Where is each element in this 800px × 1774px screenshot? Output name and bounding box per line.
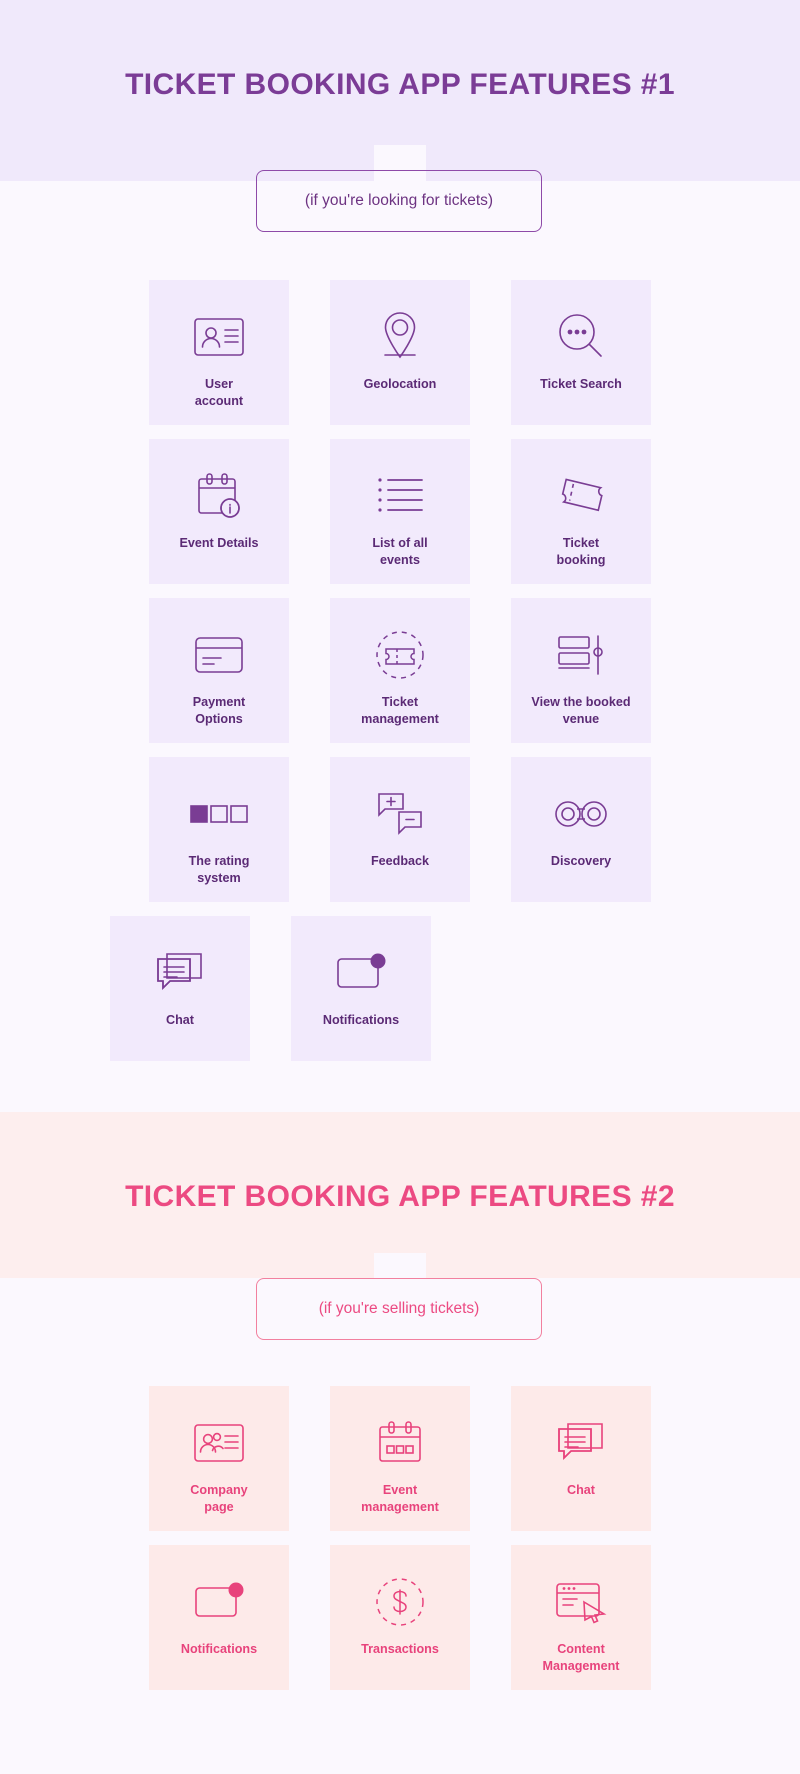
feature-row: Event Details List of all events Ticket bo… — [0, 439, 800, 584]
feature-card[interactable]: Notifications — [291, 916, 431, 1061]
section-1-subtitle-box: (if you're looking for tickets) — [256, 170, 542, 232]
event-management-calendar-icon — [375, 1412, 425, 1474]
feature-card[interactable]: The rating system — [149, 757, 289, 902]
feature-card-label: The rating system — [188, 854, 250, 885]
feature-card[interactable]: Notifications — [149, 1545, 289, 1690]
feature-card[interactable]: List of all events — [330, 439, 470, 584]
feature-card-label: Event Details — [179, 536, 259, 550]
feature-row: Notifications Transactions Content Managem… — [0, 1545, 800, 1690]
feature-card-label: Discovery — [550, 854, 612, 868]
chat-bubbles-icon — [554, 1412, 608, 1474]
ticket-search-icon — [555, 306, 607, 368]
feature-row: Chat Notifications — [0, 916, 800, 1061]
section-2-subtitle: (if you're selling tickets) — [318, 1300, 480, 1317]
feature-card[interactable]: Event Details — [149, 439, 289, 584]
company-page-icon — [192, 1412, 246, 1474]
feature-card-label: Ticket management — [361, 695, 439, 726]
notifications-badge-icon — [334, 942, 388, 1004]
section-1-feature-grid: User account Geolocation Ticket Search Even… — [0, 280, 800, 1075]
feature-card[interactable]: Ticket management — [330, 598, 470, 743]
feature-card[interactable]: Content Management — [511, 1545, 651, 1690]
feature-card-label: View the booked venue — [531, 695, 631, 726]
list-of-events-icon — [376, 465, 424, 527]
feedback-bubbles-icon — [373, 783, 427, 845]
user-account-icon — [192, 306, 246, 368]
feature-card[interactable]: Chat — [110, 916, 250, 1061]
feature-card-label: User account — [194, 377, 244, 408]
notifications-badge-icon — [192, 1571, 246, 1633]
event-details-calendar-icon — [194, 465, 244, 527]
feature-row: Payment Options Ticket management View the… — [0, 598, 800, 743]
infographic-page: TICKET BOOKING APP FEATURES #1 (if you'r… — [0, 0, 800, 1774]
discovery-binoculars-icon — [553, 783, 609, 845]
section-2-title: TICKET BOOKING APP FEATURES #2 — [125, 1180, 675, 1213]
section-2-subtitle-box: (if you're selling tickets) — [256, 1278, 542, 1340]
feature-card-label: Notifications — [322, 1013, 400, 1027]
feature-card[interactable]: Discovery — [511, 757, 651, 902]
feature-card[interactable]: Event management — [330, 1386, 470, 1531]
chat-bubbles-icon — [153, 942, 207, 1004]
feature-card[interactable]: Ticket Search — [511, 280, 651, 425]
ticket-booking-icon — [554, 465, 608, 527]
feature-card-label: Event management — [361, 1483, 439, 1514]
feature-card[interactable]: Company page — [149, 1386, 289, 1531]
feature-card-label: Feedback — [370, 854, 430, 868]
feature-card-label: Company page — [190, 1483, 248, 1514]
venue-seats-icon — [555, 624, 607, 686]
feature-card[interactable]: Geolocation — [330, 280, 470, 425]
feature-card-label: Chat — [166, 1013, 194, 1027]
section-2-feature-grid: Company page Event management Chat Notifica… — [0, 1386, 800, 1704]
payment-card-icon — [193, 624, 245, 686]
feature-card[interactable]: User account — [149, 280, 289, 425]
feature-card-label: Transactions — [361, 1642, 439, 1656]
ticket-management-icon — [373, 624, 427, 686]
section-1-subtitle: (if you're looking for tickets) — [304, 192, 494, 209]
feature-card-label: Geolocation — [363, 377, 437, 391]
feature-card[interactable]: Chat — [511, 1386, 651, 1531]
feature-row: Company page Event management Chat — [0, 1386, 800, 1531]
feature-card-label: Ticket booking — [556, 536, 606, 567]
feature-card[interactable]: Ticket booking — [511, 439, 651, 584]
rating-squares-icon — [190, 783, 248, 845]
feature-card[interactable]: View the booked venue — [511, 598, 651, 743]
feature-card[interactable]: Transactions — [330, 1545, 470, 1690]
feature-card[interactable]: Payment Options — [149, 598, 289, 743]
feature-row: User account Geolocation Ticket Search — [0, 280, 800, 425]
content-management-icon — [553, 1571, 609, 1633]
feature-card-label: Content Management — [542, 1642, 620, 1673]
feature-card-label: Notifications — [180, 1642, 258, 1656]
feature-card-label: Payment Options — [192, 695, 246, 726]
geolocation-pin-icon — [376, 306, 424, 368]
feature-card-label: List of all events — [372, 536, 428, 567]
feature-card-label: Chat — [567, 1483, 595, 1497]
transactions-dollar-icon — [373, 1571, 427, 1633]
feature-row: The rating system Feedback Discovery — [0, 757, 800, 902]
feature-card-label: Ticket Search — [540, 377, 622, 391]
feature-card[interactable]: Feedback — [330, 757, 470, 902]
section-1-title: TICKET BOOKING APP FEATURES #1 — [125, 68, 675, 101]
